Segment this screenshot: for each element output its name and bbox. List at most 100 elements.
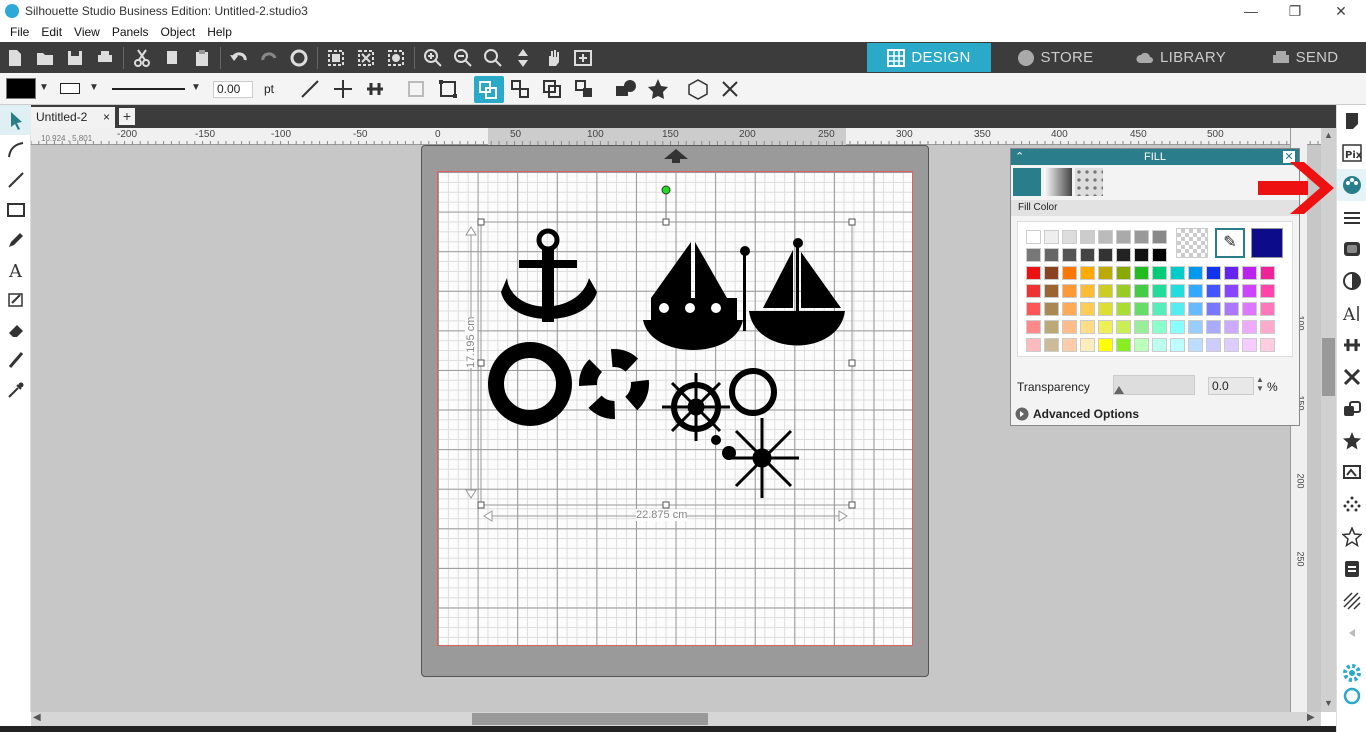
- palette-swatch[interactable]: [1170, 320, 1185, 334]
- knife-cut-icon[interactable]: [0, 345, 31, 375]
- palette-swatch[interactable]: [1044, 284, 1059, 298]
- palette-swatch[interactable]: [1098, 266, 1113, 280]
- group-button[interactable]: [474, 76, 504, 103]
- align-icon[interactable]: [365, 79, 385, 99]
- palette-swatch[interactable]: [1044, 266, 1059, 280]
- palette-swatch[interactable]: [1170, 284, 1185, 298]
- scroll-left-icon[interactable]: ◀: [33, 712, 41, 723]
- palette-swatch[interactable]: [1260, 266, 1275, 280]
- add-tab-button[interactable]: +: [119, 108, 135, 125]
- palette-swatch[interactable]: [1152, 302, 1167, 316]
- redraw-icon[interactable]: [284, 44, 314, 72]
- modify-icon[interactable]: [1337, 361, 1366, 393]
- line-tool-icon[interactable]: [0, 165, 31, 195]
- palette-swatch[interactable]: [1026, 266, 1041, 280]
- palette-swatch[interactable]: [1188, 284, 1203, 298]
- palette-swatch[interactable]: [1026, 338, 1041, 352]
- fit-to-page-icon[interactable]: [568, 44, 598, 72]
- print-icon[interactable]: [90, 44, 120, 72]
- pixscan-icon[interactable]: Pix: [1337, 137, 1366, 169]
- menu-help[interactable]: Help: [207, 25, 232, 39]
- mast-pole[interactable]: [740, 246, 750, 331]
- close-window-button[interactable]: ✕: [1318, 0, 1364, 22]
- gray-swatch[interactable]: [1062, 248, 1077, 262]
- palette-swatch[interactable]: [1242, 284, 1257, 298]
- palette-swatch[interactable]: [1116, 302, 1131, 316]
- zoom-in-icon[interactable]: [418, 44, 448, 72]
- move-icon[interactable]: [333, 79, 353, 99]
- palette-swatch[interactable]: [1044, 320, 1059, 334]
- fill-palette-icon[interactable]: [1337, 169, 1366, 201]
- gray-swatch[interactable]: [1134, 230, 1149, 244]
- text-style-icon[interactable]: A: [1337, 297, 1366, 329]
- starburst-shape[interactable]: [726, 418, 799, 498]
- palette-swatch[interactable]: [1206, 266, 1221, 280]
- advanced-options-toggle[interactable]: Advanced Options: [1015, 407, 1139, 421]
- line-color-dropdown-icon[interactable]: ▼: [89, 82, 99, 93]
- weld-icon[interactable]: [615, 79, 637, 99]
- horizontal-scroll-thumb[interactable]: [472, 713, 708, 725]
- pencil-tool-icon[interactable]: [0, 225, 31, 255]
- eraser-tool-icon[interactable]: [0, 315, 31, 345]
- palette-swatch[interactable]: [1188, 302, 1203, 316]
- compound-path-icon[interactable]: [542, 79, 562, 99]
- trace-icon[interactable]: [1337, 457, 1366, 489]
- palette-swatch[interactable]: [1134, 302, 1149, 316]
- horizontal-scrollbar[interactable]: ◀ ▶: [31, 712, 1321, 726]
- new-document-icon[interactable]: [0, 44, 30, 72]
- palette-swatch[interactable]: [1098, 320, 1113, 334]
- palette-swatch[interactable]: [1098, 302, 1113, 316]
- zoom-out-icon[interactable]: [448, 44, 478, 72]
- palette-swatch[interactable]: [1224, 284, 1239, 298]
- palette-swatch[interactable]: [1026, 320, 1041, 334]
- palette-swatch[interactable]: [1188, 266, 1203, 280]
- palette-swatch[interactable]: [1188, 320, 1203, 334]
- collapse-sidebar-icon[interactable]: [1337, 617, 1366, 649]
- fill-color-swatch[interactable]: [6, 78, 36, 99]
- select-tool-icon[interactable]: [0, 105, 31, 135]
- gradient-fill-mode-button[interactable]: [1044, 168, 1072, 196]
- palette-swatch[interactable]: [1224, 266, 1239, 280]
- rectangle-tool-icon[interactable]: [0, 195, 31, 225]
- palette-swatch[interactable]: [1098, 284, 1113, 298]
- knife-tool-icon[interactable]: [0, 285, 31, 315]
- gray-swatch[interactable]: [1098, 230, 1113, 244]
- document-tab[interactable]: Untitled-2 ×: [31, 107, 115, 128]
- gray-swatch[interactable]: [1098, 248, 1113, 262]
- contrast-icon[interactable]: [1337, 265, 1366, 297]
- palette-swatch[interactable]: [1152, 284, 1167, 298]
- minimize-button[interactable]: —: [1228, 0, 1274, 22]
- transform-icon[interactable]: [438, 79, 458, 99]
- offset-star-icon[interactable]: [647, 78, 669, 100]
- eyedropper-tool-icon[interactable]: [0, 375, 31, 405]
- palette-swatch[interactable]: [1152, 266, 1167, 280]
- pan-drag-icon[interactable]: [508, 44, 538, 72]
- scroll-up-icon[interactable]: ▲: [1324, 130, 1333, 140]
- hand-pan-icon[interactable]: [538, 44, 568, 72]
- library-panel-icon[interactable]: [1337, 553, 1366, 585]
- palette-swatch[interactable]: [1152, 320, 1167, 334]
- palette-swatch[interactable]: [1224, 302, 1239, 316]
- pattern-fill-mode-button[interactable]: [1075, 168, 1103, 196]
- palette-swatch[interactable]: [1116, 320, 1131, 334]
- palette-swatch[interactable]: [1080, 302, 1095, 316]
- palette-swatch[interactable]: [1116, 338, 1131, 352]
- transparency-stepper-icon[interactable]: ▲ ▼: [1256, 375, 1264, 393]
- selected-color-swatch[interactable]: [1251, 228, 1283, 258]
- gray-swatch[interactable]: [1062, 230, 1077, 244]
- menu-view[interactable]: View: [74, 25, 100, 39]
- line-tool-icon[interactable]: [300, 79, 320, 99]
- gray-swatch[interactable]: [1080, 230, 1095, 244]
- paste-icon[interactable]: [187, 44, 217, 72]
- text-tool-icon[interactable]: A: [0, 255, 31, 285]
- save-icon[interactable]: [60, 44, 90, 72]
- palette-swatch[interactable]: [1026, 302, 1041, 316]
- palette-swatch[interactable]: [1026, 284, 1041, 298]
- 3d-box-icon[interactable]: [686, 78, 710, 100]
- palette-swatch[interactable]: [1206, 302, 1221, 316]
- tab-library[interactable]: LIBRARY: [1119, 43, 1243, 72]
- palette-swatch[interactable]: [1134, 284, 1149, 298]
- replicate-icon[interactable]: [1337, 393, 1366, 425]
- palette-swatch[interactable]: [1242, 320, 1257, 334]
- palette-swatch[interactable]: [1098, 338, 1113, 352]
